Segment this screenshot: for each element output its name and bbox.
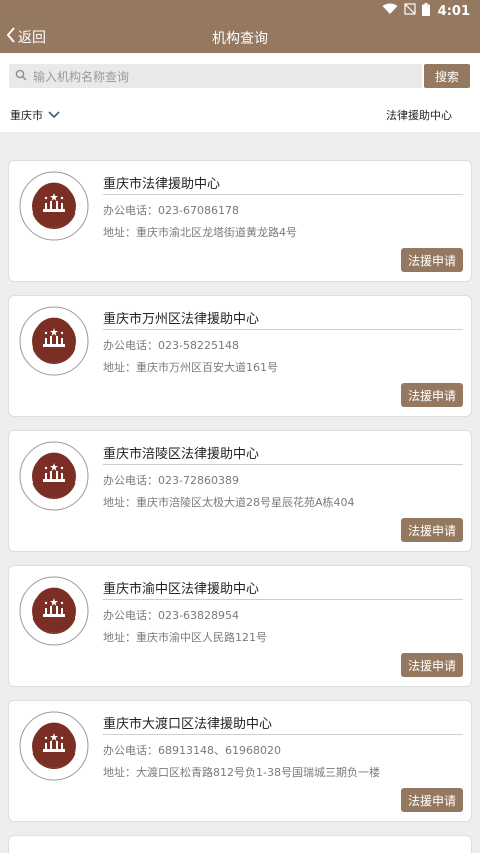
address-prefix: 地址： [103, 496, 136, 509]
address: 地址：重庆市涪陵区太极大道28号星辰花苑A栋404 [103, 494, 355, 510]
phone-prefix: 办公电话： [103, 609, 158, 622]
legal-aid-apply-button[interactable]: 法援申请 [401, 383, 463, 407]
legal-aid-apply-button[interactable]: 法援申请 [401, 653, 463, 677]
lawyer-emblem-logo [19, 171, 89, 241]
office-phone: 办公电话：68913148、61968020 [103, 742, 281, 758]
divider [103, 329, 463, 330]
phone-prefix: 办公电话： [103, 744, 158, 757]
organization-name: 重庆市渝中区法律援助中心 [103, 582, 260, 597]
organization-name: 重庆市大渡口区法律援助中心 [103, 717, 273, 732]
phone-prefix: 办公电话： [103, 339, 158, 352]
address: 地址：大渡口区松青路812号负1-38号国瑞城三期负一楼 [103, 764, 380, 780]
organization-card[interactable]: 重庆市法律援助中心 办公电话：023-67086178 地址：重庆市渝北区龙塔街… [8, 160, 472, 282]
address: 地址：重庆市渝中区人民路121号 [103, 629, 267, 645]
office-phone: 办公电话：023-58225148 [103, 337, 239, 353]
lawyer-emblem-logo [19, 306, 89, 376]
address-prefix: 地址： [103, 766, 136, 779]
address-prefix: 地址： [103, 631, 136, 644]
clock: 4:01 [437, 3, 470, 19]
search-bar: 输入机构名称查询 搜索 [0, 53, 480, 99]
chevron-down-icon [48, 109, 60, 122]
address-value: 重庆市渝中区人民路121号 [136, 631, 267, 644]
office-phone: 办公电话：023-72860389 [103, 472, 239, 488]
search-icon [15, 69, 27, 84]
search-placeholder: 输入机构名称查询 [33, 69, 130, 84]
address: 地址：重庆市渝北区龙塔街道黄龙路4号 [103, 224, 297, 240]
organization-card[interactable]: 重庆市涪陵区法律援助中心 办公电话：023-72860389 地址：重庆市涪陵区… [8, 430, 472, 552]
legal-aid-apply-button[interactable]: 法援申请 [401, 518, 463, 542]
city-selector[interactable]: 重庆市 [10, 107, 60, 123]
address-prefix: 地址： [103, 361, 136, 374]
organization-card[interactable]: 重庆市大渡口区法律援助中心 办公电话：68913148、61968020 地址：… [8, 700, 472, 822]
search-button[interactable]: 搜索 [424, 64, 470, 88]
divider [103, 464, 463, 465]
address-value: 重庆市万州区百安大道161号 [136, 361, 278, 374]
phone-prefix: 办公电话： [103, 474, 158, 487]
office-phone: 办公电话：023-67086178 [103, 202, 239, 218]
organization-name: 重庆市法律援助中心 [103, 177, 221, 192]
phone-value: 023-58225148 [158, 339, 239, 352]
page-title: 机构查询 [212, 31, 268, 47]
address-value: 重庆市涪陵区太极大道28号星辰花苑A栋404 [136, 496, 355, 509]
organization-card-partial[interactable] [8, 835, 472, 853]
lawyer-emblem-logo [19, 711, 89, 781]
wifi-icon [382, 3, 398, 19]
office-phone: 办公电话：023-63828954 [103, 607, 239, 623]
legal-aid-apply-button[interactable]: 法援申请 [401, 248, 463, 272]
app-bar: 返回 机构查询 [0, 22, 480, 53]
search-input[interactable]: 输入机构名称查询 [9, 64, 422, 88]
category-filter[interactable]: 法律援助中心 [386, 107, 452, 123]
no-signal-icon [404, 3, 416, 19]
status-bar: 4:01 [0, 0, 480, 22]
city-label: 重庆市 [10, 109, 43, 122]
address: 地址：重庆市万州区百安大道161号 [103, 359, 278, 375]
battery-icon [421, 2, 430, 20]
phone-value: 023-72860389 [158, 474, 239, 487]
legal-aid-apply-button[interactable]: 法援申请 [401, 788, 463, 812]
organization-name: 重庆市涪陵区法律援助中心 [103, 447, 260, 462]
lawyer-emblem-logo [19, 576, 89, 646]
address-value: 重庆市渝北区龙塔街道黄龙路4号 [136, 226, 297, 239]
lawyer-emblem-logo [19, 441, 89, 511]
phone-value: 023-67086178 [158, 204, 239, 217]
organization-card[interactable]: 重庆市万州区法律援助中心 办公电话：023-58225148 地址：重庆市万州区… [8, 295, 472, 417]
filter-bar: 重庆市 法律援助中心 [0, 99, 480, 132]
phone-value: 023-63828954 [158, 609, 239, 622]
divider [103, 734, 463, 735]
address-prefix: 地址： [103, 226, 136, 239]
divider [103, 599, 463, 600]
phone-prefix: 办公电话： [103, 204, 158, 217]
address-value: 大渡口区松青路812号负1-38号国瑞城三期负一楼 [136, 766, 380, 779]
organization-name: 重庆市万州区法律援助中心 [103, 312, 260, 327]
organization-card[interactable]: 重庆市渝中区法律援助中心 办公电话：023-63828954 地址：重庆市渝中区… [8, 565, 472, 687]
divider [103, 194, 463, 195]
phone-value: 68913148、61968020 [158, 744, 281, 757]
